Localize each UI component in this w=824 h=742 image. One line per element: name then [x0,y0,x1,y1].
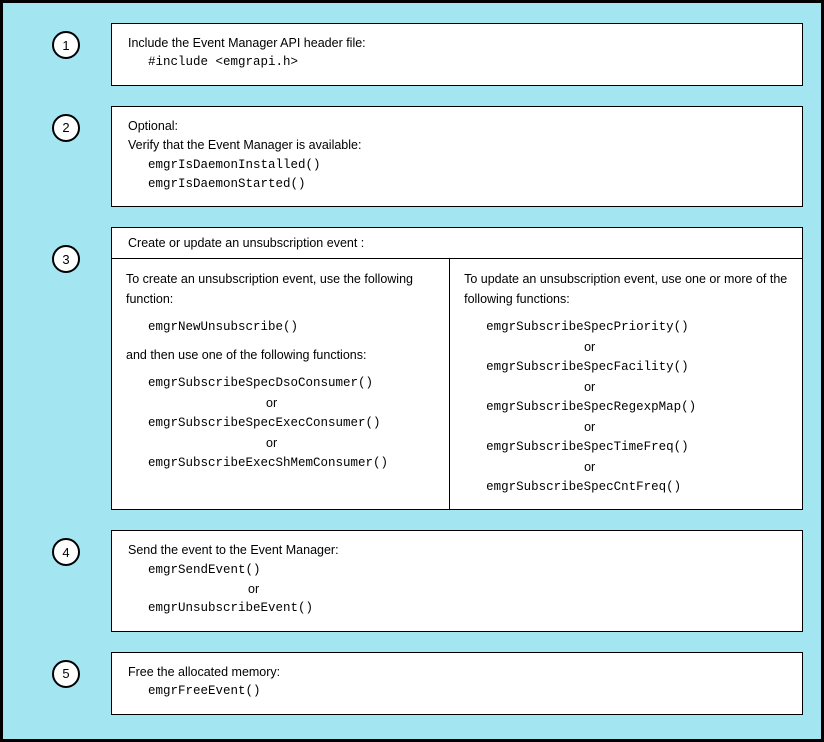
step-3-left-intro2: and then use one of the following functi… [126,345,435,365]
step-2-code-1: emgrIsDaemonInstalled() [128,156,786,175]
step-4-or: or [128,580,786,599]
step-2-code-2: emgrIsDaemonStarted() [128,175,786,194]
step-3-right-intro: To update an unsubscription event, use o… [464,269,788,309]
step-5-number: 5 [62,666,69,681]
step-4-number: 4 [62,545,69,560]
step-3-row: 3 Create or update an unsubscription eve… [21,227,803,510]
step-4-code-a: emgrSendEvent() [128,561,786,580]
step-5-title: Free the allocated memory: [128,663,786,682]
step-4-title: Send the event to the Event Manager: [128,541,786,560]
step-4-code-b: emgrUnsubscribeEvent() [128,599,786,618]
step-3-right-fn-b: emgrSubscribeSpecFacility() [464,357,788,377]
step-1-code: #include <emgrapi.h> [128,53,786,72]
step-3-left-fn-b: emgrSubscribeSpecExecConsumer() [126,413,435,433]
step-5-code: emgrFreeEvent() [128,682,786,701]
step-3-right-or1: or [464,337,788,357]
step-2-row: 2 Optional: Verify that the Event Manage… [21,106,803,208]
step-2-circle: 2 [52,114,80,142]
step-3-body: To create an unsubscription event, use t… [112,259,802,509]
step-1-box: Include the Event Manager API header fil… [111,23,803,86]
step-1-row: 1 Include the Event Manager API header f… [21,23,803,86]
step-3-header: Create or update an unsubscription event… [112,228,802,259]
step-2-title-line1: Optional: [128,117,786,136]
step-3-left-fn-c: emgrSubscribeExecShMemConsumer() [126,453,435,473]
step-3-right-fn-c: emgrSubscribeSpecRegexpMap() [464,397,788,417]
step-2-title-line2: Verify that the Event Manager is availab… [128,136,786,155]
step-2-box: Optional: Verify that the Event Manager … [111,106,803,208]
diagram-frame: 1 Include the Event Manager API header f… [0,0,824,742]
step-3-left-fn-a: emgrSubscribeSpecDsoConsumer() [126,373,435,393]
step-3-number: 3 [62,252,69,267]
step-4-number-col: 4 [21,530,111,566]
step-3-right-fn-e: emgrSubscribeSpecCntFreq() [464,477,788,497]
step-3-left-or2: or [126,433,435,453]
step-5-row: 5 Free the allocated memory: emgrFreeEve… [21,652,803,715]
step-3-number-col: 3 [21,227,111,273]
step-3-circle: 3 [52,245,80,273]
step-3-box: Create or update an unsubscription event… [111,227,803,510]
step-2-number-col: 2 [21,106,111,142]
step-3-left-or1: or [126,393,435,413]
step-3-left-fn1: emgrNewUnsubscribe() [126,317,435,337]
step-3-left: To create an unsubscription event, use t… [112,259,450,509]
step-3-right-fn-d: emgrSubscribeSpecTimeFreq() [464,437,788,457]
step-3-right: To update an unsubscription event, use o… [450,259,802,509]
step-3-right-or2: or [464,377,788,397]
step-5-circle: 5 [52,660,80,688]
step-1-number-col: 1 [21,23,111,59]
step-4-row: 4 Send the event to the Event Manager: e… [21,530,803,632]
step-1-circle: 1 [52,31,80,59]
step-3-left-intro1: To create an unsubscription event, use t… [126,269,435,309]
step-2-number: 2 [62,120,69,135]
step-3-right-fn-a: emgrSubscribeSpecPriority() [464,317,788,337]
step-3-right-or3: or [464,417,788,437]
step-4-box: Send the event to the Event Manager: emg… [111,530,803,632]
step-1-title: Include the Event Manager API header fil… [128,34,786,53]
step-3-right-or4: or [464,457,788,477]
step-1-number: 1 [62,38,69,53]
step-5-number-col: 5 [21,652,111,688]
step-4-circle: 4 [52,538,80,566]
step-5-box: Free the allocated memory: emgrFreeEvent… [111,652,803,715]
